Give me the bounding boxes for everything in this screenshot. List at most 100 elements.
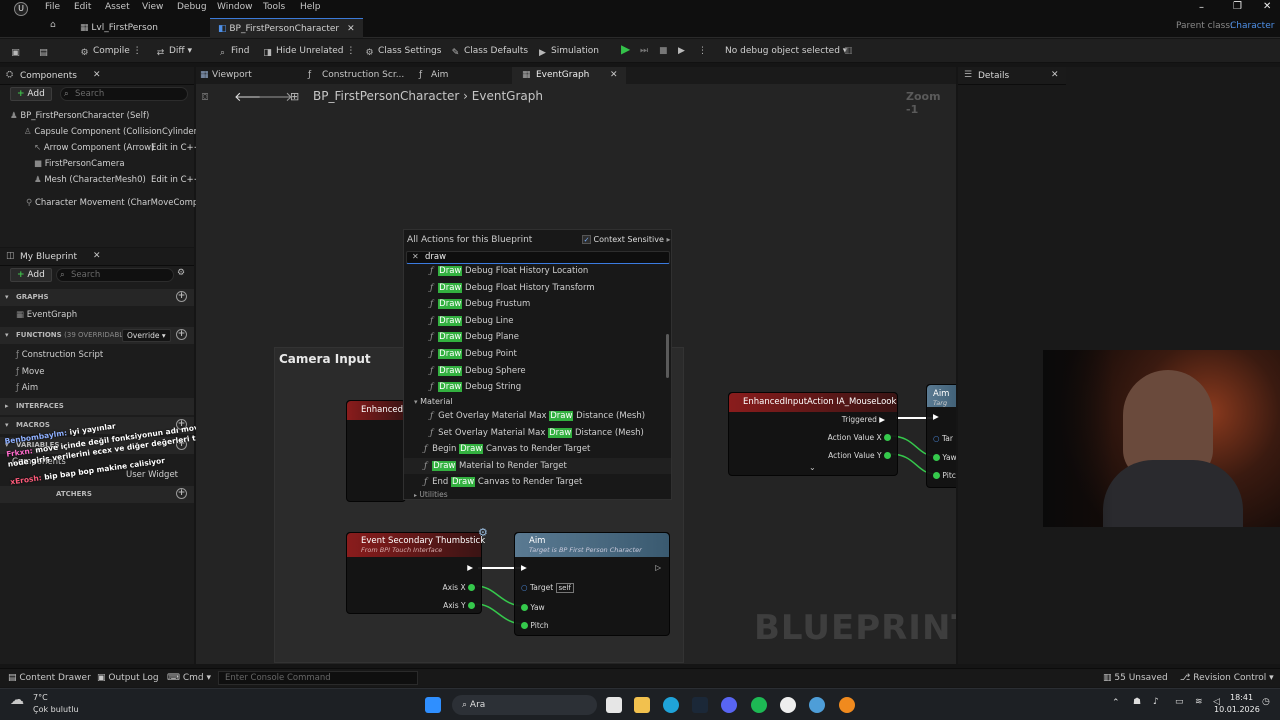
exec-in-pin-icon[interactable]: ▶	[521, 563, 527, 572]
menu-debug[interactable]: Debug	[177, 2, 207, 12]
pin-target[interactable]: ○ Tar	[933, 434, 953, 443]
steam-icon[interactable]	[692, 697, 708, 713]
tree-item-movement[interactable]: ⚲ Character Movement (CharMoveComp)	[26, 198, 202, 208]
step-icon[interactable]: ⏭	[640, 44, 648, 60]
tab-viewport[interactable]: Viewport	[212, 70, 252, 80]
menu-view[interactable]: View	[142, 2, 163, 12]
cmd-dropdown[interactable]: ⌨ Cmd ▾	[167, 673, 211, 683]
task-view-icon[interactable]	[606, 697, 622, 713]
close-components-icon[interactable]: ✕	[93, 70, 101, 80]
pin-action-y[interactable]: Action Value Y	[828, 451, 891, 460]
close-details-icon[interactable]: ✕	[1051, 70, 1059, 80]
node-aim-right[interactable]: Aim Targ ▶ ○ Tar Yaw Pitc	[926, 384, 956, 488]
tree-item-capsule[interactable]: ♙ Capsule Component (CollisionCylinder)	[24, 127, 200, 137]
more-options-icon[interactable]: ⋮	[698, 44, 707, 60]
class-defaults-button[interactable]: ✎ Class Defaults	[450, 44, 528, 60]
console-command-input[interactable]: Enter Console Command	[218, 671, 418, 685]
find-button[interactable]: ⌕ Find	[217, 44, 249, 60]
microphone-icon[interactable]: ♪	[1153, 697, 1159, 707]
tray-icon[interactable]: ☗	[1133, 697, 1141, 707]
tree-item-mesh[interactable]: ♟ Mesh (CharacterMesh0)	[34, 175, 146, 185]
action-item[interactable]: ƒ Set Overlay Material Max Draw Distance …	[404, 425, 671, 441]
tab-level[interactable]: ▦ Lvl_FirstPerson	[72, 18, 166, 38]
tab-blueprint[interactable]: ◧ BP_FirstPersonCharacter ✕	[210, 18, 363, 38]
tree-item-self[interactable]: ♟ BP_FirstPersonCharacter (Self)	[10, 111, 149, 121]
file-explorer-icon[interactable]	[634, 697, 650, 713]
close-tab-icon[interactable]: ✕	[610, 70, 618, 80]
close-window-icon[interactable]: ✕	[1263, 1, 1271, 12]
minimize-icon[interactable]: –	[1199, 2, 1204, 13]
pin-action-x[interactable]: Action Value X	[828, 433, 891, 442]
function-item-aim[interactable]: ƒ Aim	[16, 383, 38, 393]
menu-asset[interactable]: Asset	[105, 2, 130, 12]
tree-item-arrow[interactable]: ↖ Arrow Component (Arrow)	[34, 143, 154, 153]
menu-edit[interactable]: Edit	[74, 2, 91, 12]
save-icon[interactable]: ▣	[10, 44, 24, 60]
play-icon[interactable]: ▶	[621, 42, 630, 58]
category-utilities[interactable]: ▸ Utilities	[404, 490, 671, 500]
override-dropdown[interactable]: Override ▾	[122, 329, 171, 342]
exec-out-pin-icon[interactable]: ▷	[655, 563, 661, 572]
wifi-icon[interactable]: ≋	[1195, 697, 1203, 707]
node-mouselook[interactable]: EnhancedInputAction IA_MouseLook Trigger…	[728, 392, 898, 476]
add-graph-icon[interactable]: +	[176, 291, 187, 302]
edit-cpp-link-mesh[interactable]: Edit in C++	[151, 175, 201, 185]
taskbar-search[interactable]: ⌕ Ara	[452, 695, 597, 715]
pin-pitch[interactable]: Pitc	[933, 471, 956, 480]
menu-help[interactable]: Help	[300, 2, 321, 12]
node-aim[interactable]: Aim Target is BP First Person Character ▶…	[514, 532, 670, 636]
pin-pitch[interactable]: Pitch	[521, 621, 549, 630]
action-item[interactable]: ƒ Draw Debug Line	[404, 313, 671, 329]
pin-target[interactable]: ○ Target self	[521, 583, 574, 593]
action-item[interactable]: ƒ Draw Material to Render Target	[404, 457, 671, 474]
content-drawer-button[interactable]: ▤ Content Drawer	[8, 673, 91, 683]
discord-icon[interactable]	[721, 697, 737, 713]
blender-icon[interactable]	[839, 697, 855, 713]
node-enhanced-input-left[interactable]: EnhancedI	[346, 400, 406, 502]
action-item[interactable]: ƒ Draw Debug Float History Transform	[404, 280, 671, 296]
action-item[interactable]: ƒ Get Overlay Material Max Draw Distance …	[404, 408, 671, 424]
action-item[interactable]: ƒ End Draw Canvas to Render Target	[404, 474, 671, 490]
action-item[interactable]: ƒ Draw Debug String	[404, 379, 671, 395]
notification-icon[interactable]: ◷	[1262, 697, 1270, 707]
action-item[interactable]: ƒ Draw Debug Frustum	[404, 296, 671, 312]
parent-class-link[interactable]: Character	[1230, 21, 1274, 31]
monitor-icon[interactable]: ▭	[1175, 697, 1184, 707]
browse-icon[interactable]: ▤	[38, 44, 52, 60]
clock-date[interactable]: 10.01.2026	[1214, 705, 1260, 714]
unreal-logo-icon[interactable]: U	[14, 2, 28, 16]
action-item[interactable]: ƒ Begin Draw Canvas to Render Target	[404, 441, 671, 457]
home-icon[interactable]: ⌂	[50, 20, 56, 30]
close-tab-icon[interactable]: ✕	[347, 24, 355, 34]
clock-time[interactable]: 18:41	[1230, 693, 1253, 702]
pin-axis-x[interactable]: Axis X	[443, 583, 475, 592]
tab-aim[interactable]: Aim	[431, 70, 448, 80]
diff-button[interactable]: ⇄ Diff ▾	[155, 44, 192, 60]
pin-axis-y[interactable]: Axis Y	[443, 601, 475, 610]
action-item[interactable]: ƒ Draw Debug Plane	[404, 329, 671, 345]
function-item-move[interactable]: ƒ Move	[16, 367, 45, 377]
clear-search-icon[interactable]: ✕	[412, 252, 419, 261]
stop-icon[interactable]: ■	[659, 44, 668, 60]
settings-gear-icon[interactable]: ⚙	[177, 268, 185, 278]
menu-window[interactable]: Window	[217, 2, 253, 12]
debug-filter-icon[interactable]: ▥	[844, 44, 853, 60]
tab-construction-script[interactable]: Construction Scr...	[322, 70, 404, 80]
category-material[interactable]: ▾ Material	[404, 394, 671, 410]
tree-item-camera[interactable]: ■ FirstPersonCamera	[34, 159, 125, 169]
add-function-icon[interactable]: +	[176, 329, 187, 340]
pin-yaw[interactable]: Yaw	[521, 603, 545, 612]
compile-button[interactable]: ⚙ Compile ⋮	[79, 44, 141, 60]
action-item[interactable]: ƒ Draw Debug Point	[404, 346, 671, 362]
pin-yaw[interactable]: Yaw	[933, 453, 956, 462]
spotify-icon[interactable]	[751, 697, 767, 713]
add-component-button[interactable]: + Add	[10, 87, 52, 101]
tray-chevron-icon[interactable]: ⌃	[1112, 698, 1120, 708]
components-search-input[interactable]: ⌕ Search	[60, 87, 188, 101]
pin-triggered[interactable]: Triggered ▶	[842, 415, 885, 424]
my-blueprint-search-input[interactable]: ⌕ Search	[56, 268, 174, 282]
menu-file[interactable]: File	[45, 2, 60, 12]
tab-eventgraph[interactable]: ▦ EventGraph ✕	[512, 67, 626, 84]
close-my-blueprint-icon[interactable]: ✕	[93, 251, 101, 261]
debug-object-dropdown[interactable]: No debug object selected ▾	[725, 44, 847, 60]
